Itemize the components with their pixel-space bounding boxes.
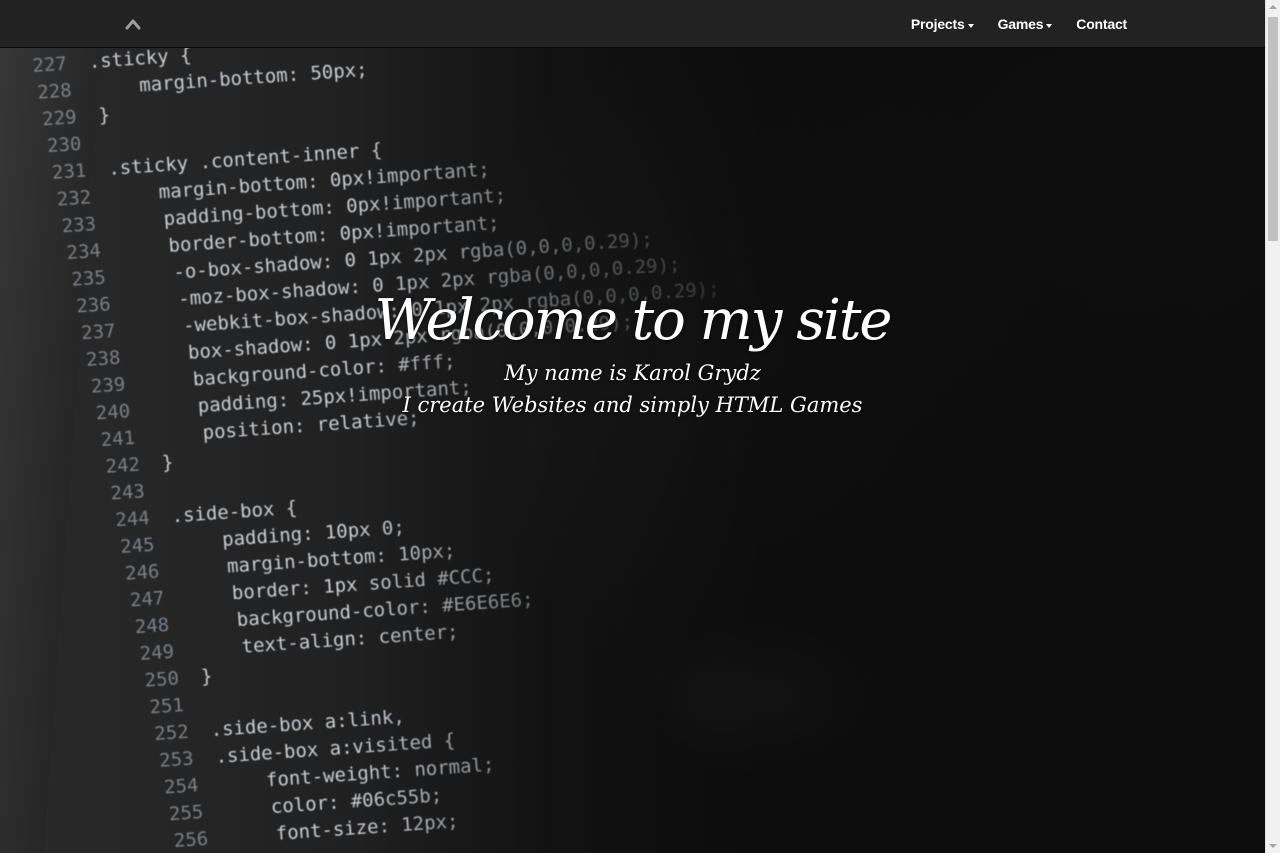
nav-item-contact[interactable]: Contact — [1064, 16, 1139, 32]
line-number: 229 — [41, 106, 78, 131]
line-number: 234 — [65, 239, 102, 265]
caret-down-icon — [1046, 24, 1053, 28]
code-text: } — [161, 451, 175, 474]
scrollbar-thumb[interactable] — [1268, 17, 1278, 241]
line-number: 249 — [139, 640, 175, 665]
intro-description: I create Websites and simply HTML Games — [402, 393, 863, 417]
nav-item-label: Projects — [910, 15, 965, 32]
line-number: 228 — [36, 79, 73, 104]
welcome-section: Welcome to my site My name is Karol Gryd… — [0, 285, 1265, 421]
line-number: 230 — [46, 132, 83, 158]
page-title: Welcome to my site — [374, 288, 892, 353]
line-number: 227 — [31, 52, 68, 77]
line-number: 251 — [148, 694, 185, 719]
line-number: 255 — [168, 800, 205, 826]
line-number: 243 — [109, 480, 146, 505]
line-number: 232 — [56, 186, 92, 211]
line-number: 241 — [100, 426, 136, 452]
code-text: } — [200, 664, 214, 688]
nav-item-games[interactable]: Games — [986, 16, 1065, 32]
caret-down-icon — [967, 24, 974, 28]
line-number: 252 — [153, 720, 190, 746]
line-number: 247 — [129, 587, 166, 612]
line-number: 254 — [163, 774, 200, 799]
line-number: 233 — [61, 212, 97, 238]
page: 227 .sticky {228 margin-bottom: 50px; 229}… — [0, 0, 1280, 853]
code-background-image: 227 .sticky {228 margin-bottom: 50px; 229}… — [18, 48, 720, 853]
line-number: 244 — [114, 506, 151, 532]
line-number: 256 — [173, 827, 209, 853]
line-number: 231 — [51, 159, 88, 184]
code-text: } — [97, 103, 111, 127]
line-number: 242 — [104, 453, 141, 478]
line-number: 253 — [158, 747, 195, 772]
nav-item-label: Games — [997, 15, 1044, 32]
line-number: 246 — [124, 560, 161, 585]
intro-name: My name is Karol Grydz — [504, 361, 761, 385]
line-number: 245 — [119, 533, 156, 559]
nav-menu: Projects Games Contact — [899, 0, 1139, 47]
nav-item-projects[interactable]: Projects — [899, 16, 986, 32]
nav-item-label: Contact — [1076, 15, 1127, 32]
line-number: 248 — [134, 613, 170, 639]
scrollbar[interactable] — [1265, 0, 1280, 853]
navbar: Projects Games Contact — [0, 0, 1265, 48]
scroll-up-icon[interactable] — [1269, 5, 1277, 9]
line-number: 250 — [143, 667, 180, 692]
chevron-up-icon[interactable] — [125, 16, 141, 30]
hero-background: 227 .sticky {228 margin-bottom: 50px; 229}… — [0, 48, 1265, 853]
scroll-down-icon[interactable] — [1269, 844, 1277, 848]
